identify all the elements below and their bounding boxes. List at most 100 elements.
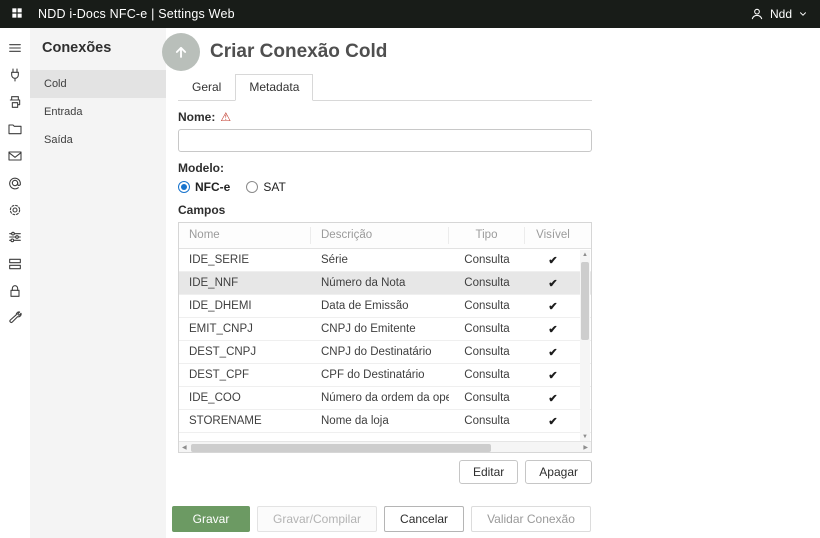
check-icon: ✔ xyxy=(525,323,581,336)
check-icon: ✔ xyxy=(525,415,581,428)
cell-descricao: Número da Nota xyxy=(311,277,449,289)
horizontal-scroll-thumb[interactable] xyxy=(191,444,491,452)
connection-item-entrada[interactable]: Entrada xyxy=(30,98,166,126)
cell-descricao: CNPJ do Emitente xyxy=(311,323,449,335)
column-header-tipo[interactable]: Tipo xyxy=(449,227,525,244)
table-row[interactable]: EMIT_CNPJCNPJ do EmitenteConsulta✔ xyxy=(179,318,591,341)
cell-tipo: Consulta xyxy=(449,392,525,404)
cell-descricao: Data de Emissão xyxy=(311,300,449,312)
cell-nome: IDE_SERIE xyxy=(179,254,311,266)
page-title: Criar Conexão Cold xyxy=(210,41,387,63)
cell-tipo: Consulta xyxy=(449,323,525,335)
check-icon: ✔ xyxy=(525,346,581,359)
security-icon[interactable] xyxy=(2,277,28,304)
warning-icon: ⚠ xyxy=(220,111,231,123)
table-row[interactable]: IDE_COONúmero da ordem da operaç...Consu… xyxy=(179,387,591,410)
horizontal-scrollbar[interactable]: ◀ ▶ xyxy=(179,441,591,452)
tab-geral[interactable]: Geral xyxy=(178,74,235,101)
edit-button[interactable]: Editar xyxy=(459,460,518,484)
vertical-scrollbar[interactable]: ▲ ▼ xyxy=(580,250,590,442)
page-header: Criar Conexão Cold xyxy=(178,32,820,72)
messages-icon[interactable] xyxy=(2,142,28,169)
delete-button[interactable]: Apagar xyxy=(525,460,592,484)
user-name: Ndd xyxy=(770,7,792,21)
settings-icon[interactable] xyxy=(2,196,28,223)
save-compile-button[interactable]: Gravar/Compilar xyxy=(257,506,377,532)
upload-arrow-icon xyxy=(162,33,200,71)
cell-nome: STORENAME xyxy=(179,415,311,427)
table-actions: Editar Apagar xyxy=(178,460,592,484)
app-title: NDD i-Docs NFC-e | Settings Web xyxy=(38,7,235,21)
tab-metadata[interactable]: Metadata xyxy=(235,74,313,101)
connections-panel: Conexões ColdEntradaSaída xyxy=(30,28,166,538)
table-row[interactable]: STORENAMENome da lojaConsulta✔ xyxy=(179,410,591,433)
column-header-nome[interactable]: Nome xyxy=(179,227,311,244)
app-grid-icon[interactable] xyxy=(10,6,26,22)
tools-icon[interactable] xyxy=(2,304,28,331)
radio-sat[interactable]: SAT xyxy=(246,180,285,194)
campos-table: NomeDescriçãoTipoVisível IDE_SERIESérieC… xyxy=(178,222,592,453)
table-header: NomeDescriçãoTipoVisível xyxy=(179,223,591,249)
cell-nome: IDE_DHEMI xyxy=(179,300,311,312)
cell-tipo: Consulta xyxy=(449,277,525,289)
validate-connection-button[interactable]: Validar Conexão xyxy=(471,506,591,532)
scroll-up-icon[interactable]: ▲ xyxy=(582,250,588,260)
check-icon: ✔ xyxy=(525,392,581,405)
scroll-right-icon[interactable]: ▶ xyxy=(583,444,588,451)
cell-descricao: Nome da loja xyxy=(311,415,449,427)
connections-icon[interactable] xyxy=(2,61,28,88)
parameters-icon[interactable] xyxy=(2,223,28,250)
footer-actions: Gravar Gravar/Compilar Cancelar Validar Con… xyxy=(172,506,591,532)
table-row[interactable]: IDE_SERIESérieConsulta✔ xyxy=(179,249,591,272)
connection-form: Nome: ⚠ Modelo: NFC-eSAT Campos NomeDesc… xyxy=(178,110,592,484)
main-content: Criar Conexão Cold GeralMetadata Nome: ⚠… xyxy=(166,28,820,538)
scroll-left-icon[interactable]: ◀ xyxy=(182,444,187,451)
table-row[interactable]: IDE_DHEMIData de EmissãoConsulta✔ xyxy=(179,295,591,318)
cell-nome: IDE_COO xyxy=(179,392,311,404)
cell-tipo: Consulta xyxy=(449,415,525,427)
cell-nome: DEST_CPF xyxy=(179,369,311,381)
cell-nome: DEST_CNPJ xyxy=(179,346,311,358)
chevron-down-icon xyxy=(798,9,808,19)
radio-label: SAT xyxy=(263,180,285,194)
column-header-visível[interactable]: Visível xyxy=(525,227,581,244)
radio-label: NFC-e xyxy=(195,180,230,194)
files-icon[interactable] xyxy=(2,115,28,142)
icon-rail xyxy=(0,28,30,538)
menu-icon[interactable] xyxy=(2,34,28,61)
radio-circle-icon xyxy=(178,181,190,193)
check-icon: ✔ xyxy=(525,369,581,382)
cell-tipo: Consulta xyxy=(449,300,525,312)
user-menu[interactable]: Ndd xyxy=(750,7,808,21)
table-row[interactable]: DEST_CNPJCNPJ do DestinatárioConsulta✔ xyxy=(179,341,591,364)
topbar: NDD i-Docs NFC-e | Settings Web Ndd xyxy=(0,0,820,28)
column-header-descrição[interactable]: Descrição xyxy=(311,227,449,244)
email-icon[interactable] xyxy=(2,169,28,196)
connections-list: ColdEntradaSaída xyxy=(30,70,166,154)
cell-nome: IDE_NNF xyxy=(179,277,311,289)
app-window: NDD i-Docs NFC-e | Settings Web Ndd Cone… xyxy=(0,0,820,538)
modules-icon[interactable] xyxy=(2,250,28,277)
radio-nfc-e[interactable]: NFC-e xyxy=(178,180,230,194)
cell-tipo: Consulta xyxy=(449,346,525,358)
connection-item-saída[interactable]: Saída xyxy=(30,126,166,154)
table-row[interactable]: DEST_CPFCPF do DestinatárioConsulta✔ xyxy=(179,364,591,387)
save-button[interactable]: Gravar xyxy=(172,506,250,532)
check-icon: ✔ xyxy=(525,277,581,290)
nome-input[interactable] xyxy=(178,129,592,152)
table-row[interactable]: IDE_NNFNúmero da NotaConsulta✔ xyxy=(179,272,591,295)
modelo-radio-group: NFC-e SAT xyxy=(178,180,592,194)
cell-tipo: Consulta xyxy=(449,254,525,266)
vertical-scroll-thumb[interactable] xyxy=(581,262,589,340)
cancel-button[interactable]: Cancelar xyxy=(384,506,464,532)
tab-bar: GeralMetadata xyxy=(178,74,592,101)
table-body: IDE_SERIESérieConsulta✔IDE_NNFNúmero da … xyxy=(179,249,591,441)
cell-descricao: CNPJ do Destinatário xyxy=(311,346,449,358)
check-icon: ✔ xyxy=(525,300,581,313)
connection-item-cold[interactable]: Cold xyxy=(30,70,166,98)
campos-label: Campos xyxy=(178,203,225,217)
nome-label: Nome: xyxy=(178,110,215,124)
cell-tipo: Consulta xyxy=(449,369,525,381)
panel-title: Conexões xyxy=(30,28,166,70)
printers-icon[interactable] xyxy=(2,88,28,115)
